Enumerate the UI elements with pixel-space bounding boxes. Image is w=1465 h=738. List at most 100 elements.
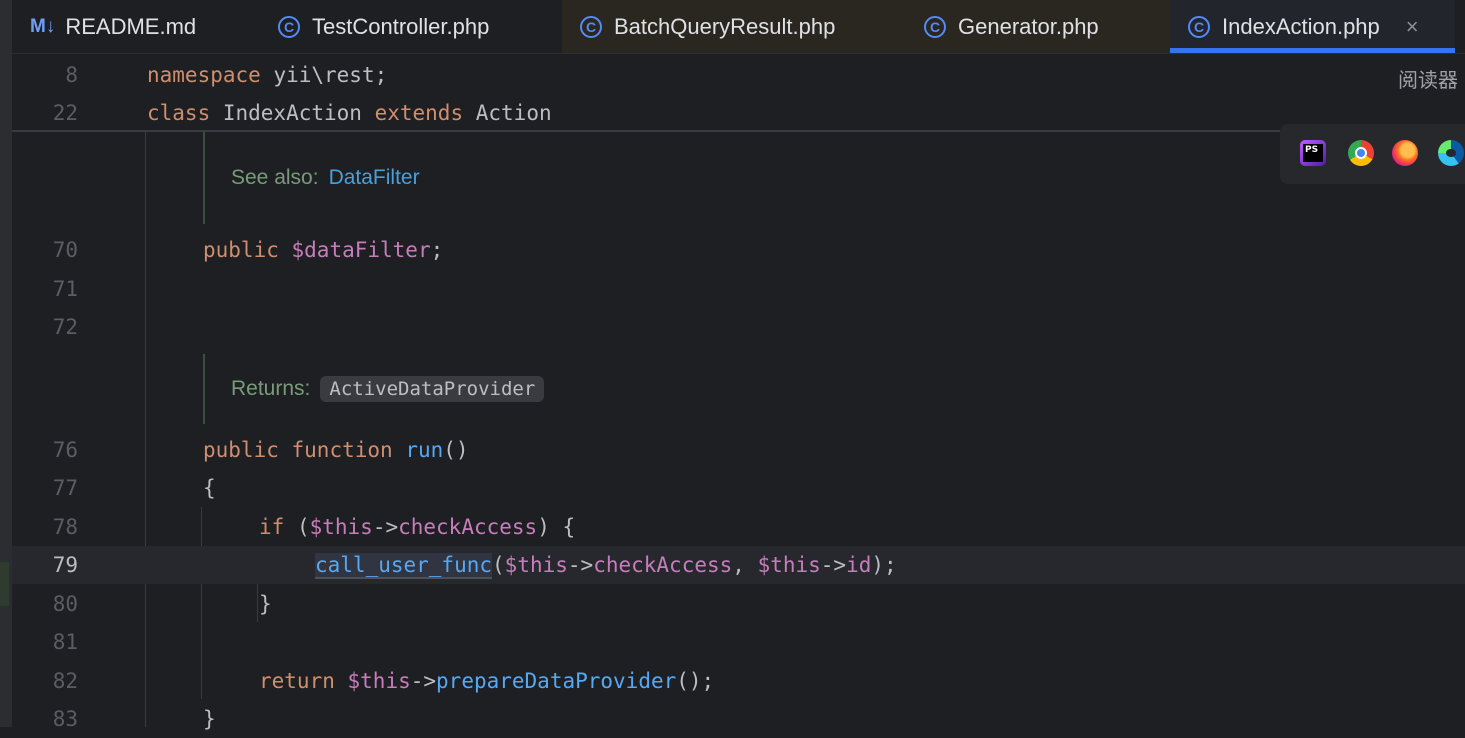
firefox-icon[interactable]	[1392, 140, 1418, 166]
phpstorm-icon[interactable]: PS	[1300, 140, 1326, 166]
code-token: public	[203, 438, 279, 462]
code-token: ->	[820, 553, 847, 577]
code-line[interactable]: 79 call_user_func($this->checkAccess, $th…	[12, 546, 1465, 584]
code-token: function	[291, 438, 393, 462]
code-token: if	[259, 515, 285, 539]
tab-testcontroller[interactable]: C TestController.php	[260, 0, 562, 53]
code-token: ;	[430, 238, 444, 262]
code-token: public	[203, 238, 279, 262]
change-marker	[0, 562, 9, 606]
tab-indexaction[interactable]: C IndexAction.php ×	[1170, 0, 1455, 53]
doc-link-datafilter[interactable]: DataFilter	[329, 166, 420, 190]
code-line[interactable]: 81	[12, 623, 1465, 661]
code-token: id	[846, 553, 872, 577]
line-number[interactable]: 81	[12, 623, 78, 661]
code-text: {	[203, 469, 216, 507]
code-text: public function run()	[203, 431, 469, 469]
code-line[interactable]: 82 return $this->prepareDataProvider();	[12, 662, 1465, 700]
tab-batchqueryresult[interactable]: C BatchQueryResult.php	[562, 0, 906, 53]
code-token: (	[492, 553, 505, 577]
code-text: namespace yii\rest;	[147, 56, 387, 94]
rendered-doc-returns: Returns: ActiveDataProvider	[203, 354, 545, 424]
edge-icon[interactable]	[1438, 140, 1464, 166]
code-line[interactable]: 22 class IndexAction extends Action	[12, 94, 1465, 132]
doc-label: See also:	[231, 166, 319, 189]
markdown-icon: M↓	[30, 15, 56, 37]
code-token: ->	[567, 553, 594, 577]
code-token: ) {	[537, 515, 576, 539]
code-token: checkAccess	[398, 515, 538, 539]
php-class-icon: C	[1188, 15, 1210, 38]
code-line[interactable]: 83}	[12, 700, 1465, 738]
tab-label: README.md	[65, 13, 197, 39]
code-token: ->	[372, 515, 399, 539]
code-token: $this	[309, 515, 373, 539]
code-token: call_user_func	[315, 553, 493, 579]
line-number[interactable]: 78	[12, 508, 78, 546]
code-text: if ($this->checkAccess) {	[259, 508, 575, 546]
doc-return-type: ActiveDataProvider	[320, 376, 545, 402]
code-token: Action	[463, 101, 552, 125]
code-text: }	[203, 700, 216, 738]
code-line[interactable]: 70 public $dataFilter;	[12, 231, 1465, 269]
line-number[interactable]: 77	[12, 469, 78, 507]
code-token: $this	[757, 553, 821, 577]
code-line[interactable]: 72	[12, 308, 1465, 346]
php-class-icon: C	[924, 15, 946, 38]
code-token: yii\rest;	[260, 63, 388, 87]
rendered-doc-see-also: See also: DataFilter	[203, 132, 420, 224]
php-class-icon: C	[278, 15, 300, 38]
code-token: checkAccess	[593, 553, 733, 577]
line-number[interactable]: 76	[12, 431, 78, 469]
code-token: $dataFilter	[291, 238, 431, 262]
tab-label: TestController.php	[312, 13, 490, 39]
code-text: call_user_func($this->checkAccess, $this…	[315, 546, 897, 584]
code-token: ()	[443, 438, 469, 462]
line-number[interactable]: 71	[12, 270, 78, 308]
doc-label: Returns:	[231, 377, 311, 400]
code-text: return $this->prepareDataProvider();	[259, 662, 714, 700]
tab-generator[interactable]: C Generator.php	[906, 0, 1170, 53]
code-token: IndexAction	[210, 101, 375, 125]
code-line[interactable]: 78 if ($this->checkAccess) {	[12, 508, 1465, 546]
code-line[interactable]: 71	[12, 270, 1465, 308]
code-token: $this	[347, 669, 411, 693]
close-icon[interactable]: ×	[1406, 14, 1419, 40]
php-class-icon: C	[580, 15, 602, 38]
code-line[interactable]: 80}	[12, 585, 1465, 623]
line-number[interactable]: 22	[12, 94, 78, 132]
code-line[interactable]: 8 namespace yii\rest;	[12, 56, 1465, 94]
code-token: prepareDataProvider	[436, 669, 677, 693]
code-token: }	[259, 592, 272, 616]
tab-label: Generator.php	[958, 13, 1099, 39]
line-number[interactable]: 72	[12, 308, 78, 346]
code-line[interactable]: 77 {	[12, 469, 1465, 507]
code-token: ->	[410, 669, 437, 693]
tab-readme[interactable]: M↓ README.md	[12, 0, 260, 53]
line-number[interactable]: 83	[12, 700, 78, 738]
reader-mode-toggle[interactable]: 阅读器	[1398, 64, 1458, 93]
tab-label: BatchQueryResult.php	[614, 13, 836, 39]
code-token: ,	[732, 553, 758, 577]
line-number[interactable]: 80	[12, 585, 78, 623]
line-number[interactable]: 82	[12, 662, 78, 700]
code-token: class	[147, 101, 211, 125]
line-number[interactable]: 8	[12, 56, 78, 94]
code-text: class IndexAction extends Action	[147, 94, 552, 132]
code-token: return	[259, 669, 335, 693]
line-number[interactable]: 70	[12, 231, 78, 269]
code-token: namespace	[147, 63, 261, 87]
tab-label: IndexAction.php	[1222, 13, 1380, 39]
code-token: $this	[504, 553, 568, 577]
code-text: public $dataFilter;	[203, 231, 443, 269]
code-token: ();	[676, 669, 715, 693]
chrome-icon[interactable]	[1348, 140, 1374, 166]
line-number[interactable]: 79	[12, 546, 78, 584]
code-line[interactable]: 76 public function run()	[12, 431, 1465, 469]
code-text: }	[259, 585, 272, 623]
code-editor[interactable]: 8 namespace yii\rest; 22 class IndexAction …	[12, 54, 1465, 731]
